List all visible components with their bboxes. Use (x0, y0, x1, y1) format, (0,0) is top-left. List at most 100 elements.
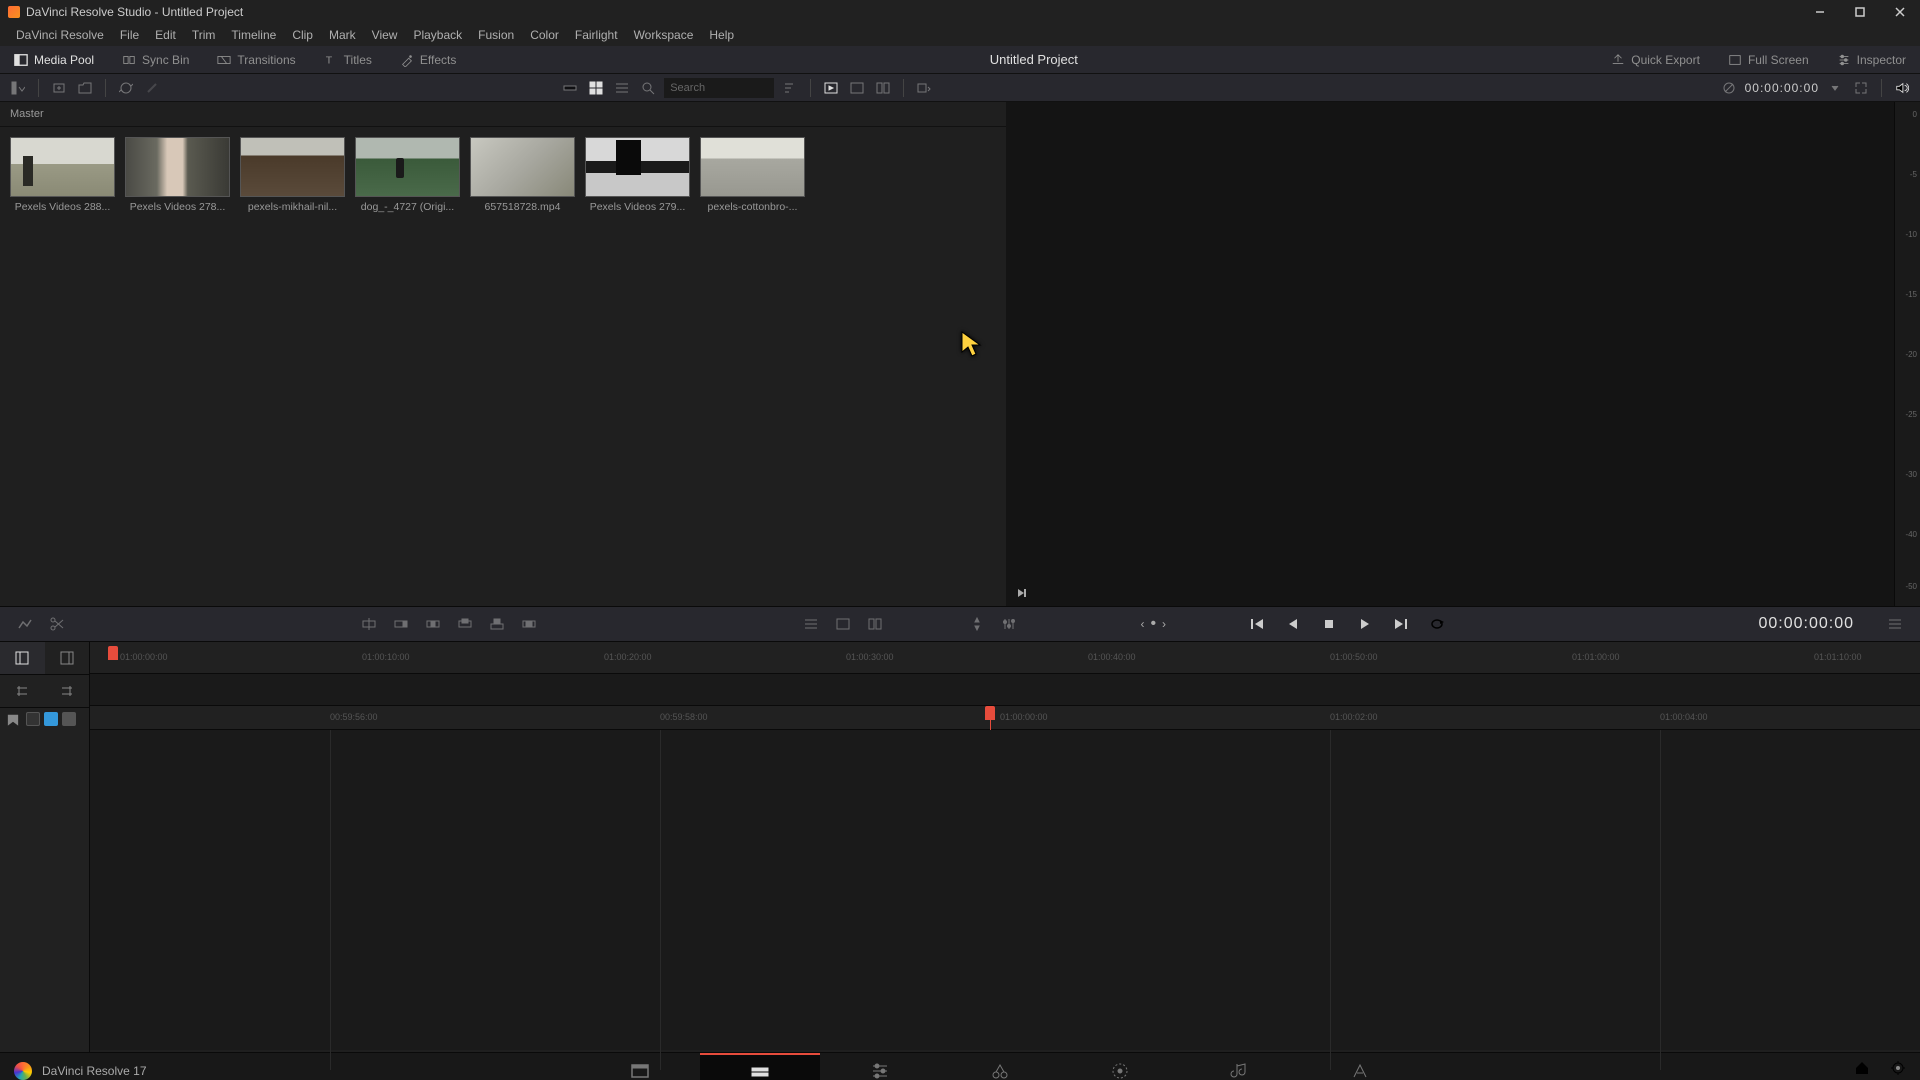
smart-insert-button[interactable] (358, 613, 380, 635)
marker-color-3[interactable] (62, 712, 76, 726)
clip-item[interactable]: pexels-mikhail-nil... (240, 137, 345, 213)
menu-help[interactable]: Help (701, 28, 742, 42)
page-edit[interactable] (820, 1053, 940, 1080)
viewer-mode-3[interactable] (873, 78, 893, 98)
prev-edit-icon[interactable]: ‹ (1140, 617, 1144, 631)
marker-color-2[interactable] (44, 712, 58, 726)
place-on-top-button[interactable] (486, 613, 508, 635)
timeline-audio-sync[interactable] (45, 675, 90, 707)
project-settings-button[interactable] (1890, 1060, 1906, 1080)
clip-item[interactable]: Pexels Videos 288... (10, 137, 115, 213)
playhead-upper[interactable] (108, 646, 118, 660)
import-folder-button[interactable] (75, 78, 95, 98)
next-edit-icon[interactable]: › (1162, 617, 1166, 631)
page-fairlight[interactable] (1180, 1053, 1300, 1080)
timeline-overview-track[interactable] (90, 674, 1920, 706)
menu-file[interactable]: File (112, 28, 147, 42)
menu-edit[interactable]: Edit (147, 28, 184, 42)
clip-item[interactable]: Pexels Videos 279... (585, 137, 690, 213)
sort-button[interactable] (780, 78, 800, 98)
reverse-play-button[interactable] (1282, 613, 1304, 635)
menu-timeline[interactable]: Timeline (223, 28, 284, 42)
menu-clip[interactable]: Clip (284, 28, 321, 42)
page-media[interactable] (580, 1053, 700, 1080)
tab-media-pool[interactable]: Media Pool (0, 46, 108, 73)
page-fusion[interactable] (940, 1053, 1060, 1080)
menu-trim[interactable]: Trim (184, 28, 224, 42)
tab-sync-bin[interactable]: Sync Bin (108, 46, 203, 73)
menu-workspace[interactable]: Workspace (626, 28, 702, 42)
search-input[interactable] (664, 78, 774, 98)
page-cut[interactable] (700, 1053, 820, 1080)
timeline-ruler-upper[interactable]: 01:00:00:00 01:00:10:00 01:00:20:00 01:0… (90, 642, 1920, 674)
tab-transitions[interactable]: Transitions (203, 46, 309, 73)
timeline-options-button[interactable] (1884, 613, 1906, 635)
transform-button[interactable] (966, 613, 988, 635)
tab-quick-export[interactable]: Quick Export (1597, 46, 1714, 73)
bypass-button[interactable] (1719, 78, 1739, 98)
boring-detector-button[interactable] (14, 613, 36, 635)
viewer-mode-2[interactable] (847, 78, 867, 98)
menu-fairlight[interactable]: Fairlight (567, 28, 626, 42)
audio-levels-button[interactable] (998, 613, 1020, 635)
timeline-track-selector-2[interactable] (45, 642, 90, 674)
maximize-button[interactable] (1840, 0, 1880, 24)
bin-master-label[interactable]: Master (0, 102, 1006, 127)
menu-color[interactable]: Color (522, 28, 567, 42)
tools-dropdown-3[interactable] (864, 613, 886, 635)
match-frame-icon[interactable] (1016, 586, 1028, 598)
menu-fusion[interactable]: Fusion (470, 28, 522, 42)
menu-playback[interactable]: Playback (405, 28, 470, 42)
tool-button[interactable] (142, 78, 162, 98)
clip-item[interactable]: 657518728.mp4 (470, 137, 575, 213)
close-button[interactable] (1880, 0, 1920, 24)
viewer-options[interactable] (914, 78, 934, 98)
strip-view-button[interactable] (560, 78, 580, 98)
search-icon[interactable] (638, 78, 658, 98)
timeline-track-selector-1[interactable] (0, 642, 45, 674)
timeline-timecode[interactable]: 00:00:00:00 (1758, 615, 1854, 633)
close-up-button[interactable] (454, 613, 476, 635)
ripple-overwrite-button[interactable] (422, 613, 444, 635)
page-deliver[interactable] (1300, 1053, 1420, 1080)
stop-button[interactable] (1318, 613, 1340, 635)
import-media-button[interactable] (49, 78, 69, 98)
menu-view[interactable]: View (364, 28, 406, 42)
menu-davinci-resolve[interactable]: DaVinci Resolve (8, 28, 112, 42)
marker-color-1[interactable] (26, 712, 40, 726)
viewer-timecode[interactable]: 00:00:00:00 (1745, 81, 1819, 95)
tab-inspector[interactable]: Inspector (1823, 46, 1920, 73)
timeline-sync-lock[interactable] (0, 675, 45, 707)
timeline-tracks[interactable]: 01:00:00:00 01:00:10:00 01:00:20:00 01:0… (90, 642, 1920, 1052)
tools-dropdown-2[interactable] (832, 613, 854, 635)
menu-mark[interactable]: Mark (321, 28, 364, 42)
timeline-detail-tracks[interactable] (90, 730, 1920, 1050)
tools-dropdown-1[interactable] (800, 613, 822, 635)
page-color[interactable] (1060, 1053, 1180, 1080)
clip-item[interactable]: dog_-_4727 (Origi... (355, 137, 460, 213)
minimize-button[interactable] (1800, 0, 1840, 24)
marker-tool[interactable] (4, 712, 22, 730)
timeline-ruler-lower[interactable]: 00:59:56:00 00:59:58:00 01:00:00:00 01:0… (90, 706, 1920, 730)
home-button[interactable] (1854, 1060, 1870, 1080)
tab-full-screen[interactable]: Full Screen (1714, 46, 1823, 73)
split-clip-button[interactable] (46, 613, 68, 635)
tab-effects[interactable]: Effects (386, 46, 470, 73)
viewer-mode-1[interactable] (821, 78, 841, 98)
viewer-panel[interactable] (1006, 102, 1894, 606)
expand-viewer-button[interactable] (1851, 78, 1871, 98)
bin-list-dropdown[interactable] (8, 78, 28, 98)
volume-icon[interactable] (1892, 78, 1912, 98)
thumbnail-view-button[interactable] (586, 78, 606, 98)
append-button[interactable] (390, 613, 412, 635)
clip-item[interactable]: Pexels Videos 278... (125, 137, 230, 213)
sync-button[interactable] (116, 78, 136, 98)
list-view-button[interactable] (612, 78, 632, 98)
last-frame-button[interactable] (1390, 613, 1412, 635)
play-button[interactable] (1354, 613, 1376, 635)
tab-titles[interactable]: T Titles (310, 46, 386, 73)
edit-nav[interactable]: ‹ • › (1140, 615, 1166, 633)
source-overwrite-button[interactable] (518, 613, 540, 635)
clip-item[interactable]: pexels-cottonbro-... (700, 137, 805, 213)
loop-button[interactable] (1426, 613, 1448, 635)
